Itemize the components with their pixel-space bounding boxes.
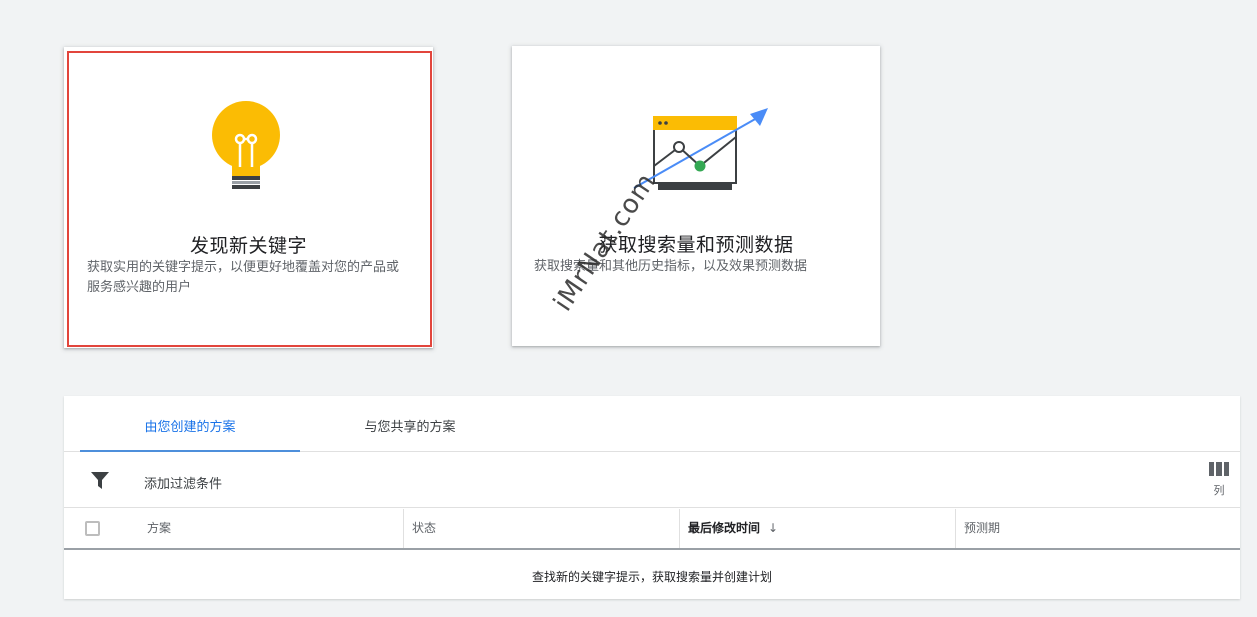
tab-shared-plans[interactable]: 与您共享的方案 xyxy=(300,396,520,452)
column-header-label: 方案 xyxy=(147,521,172,535)
card-title: 发现新关键字 xyxy=(189,235,307,257)
card-title: 获取搜索量和预测数据 xyxy=(598,234,794,256)
column-header-plan[interactable]: 方案 xyxy=(137,509,404,548)
plans-panel: 由您创建的方案 与您共享的方案 添加过滤条件 列 方案 状态 最后修改时间 ↓ 预… xyxy=(64,396,1240,599)
column-header-last-modified[interactable]: 最后修改时间 ↓ xyxy=(680,509,956,548)
add-filter-button[interactable]: 添加过滤条件 xyxy=(144,473,222,492)
tab-my-plans[interactable]: 由您创建的方案 xyxy=(80,396,300,452)
column-header-label: 最后修改时间 xyxy=(688,521,761,535)
discover-keywords-card[interactable]: 发现新关键字 获取实用的关键字提示，以便更好地覆盖对您的产品或服务感兴趣的用户 xyxy=(64,47,433,348)
card-description: 获取实用的关键字提示，以便更好地覆盖对您的产品或服务感兴趣的用户 xyxy=(87,260,400,295)
select-all-checkbox[interactable] xyxy=(85,521,100,536)
filter-icon[interactable] xyxy=(91,472,109,490)
column-header-forecast-period[interactable]: 预测期 xyxy=(956,509,1240,548)
lightbulb-icon xyxy=(212,101,280,189)
column-header-status[interactable]: 状态 xyxy=(404,509,680,548)
selected-card-highlight xyxy=(67,51,432,347)
table-header: 方案 状态 最后修改时间 ↓ 预测期 xyxy=(64,509,1240,550)
empty-table-message: 查找新的关键字提示，获取搜索量并创建计划 xyxy=(531,570,772,584)
columns-icon xyxy=(1209,462,1229,476)
columns-label: 列 xyxy=(1213,484,1225,497)
plan-tabs: 由您创建的方案 与您共享的方案 xyxy=(64,396,1240,452)
sort-descending-icon: ↓ xyxy=(768,521,779,535)
filter-bar: 添加过滤条件 列 xyxy=(64,452,1240,508)
columns-button[interactable]: 列 xyxy=(1208,462,1230,498)
column-header-label: 预测期 xyxy=(964,521,1001,535)
column-header-label: 状态 xyxy=(412,521,437,535)
